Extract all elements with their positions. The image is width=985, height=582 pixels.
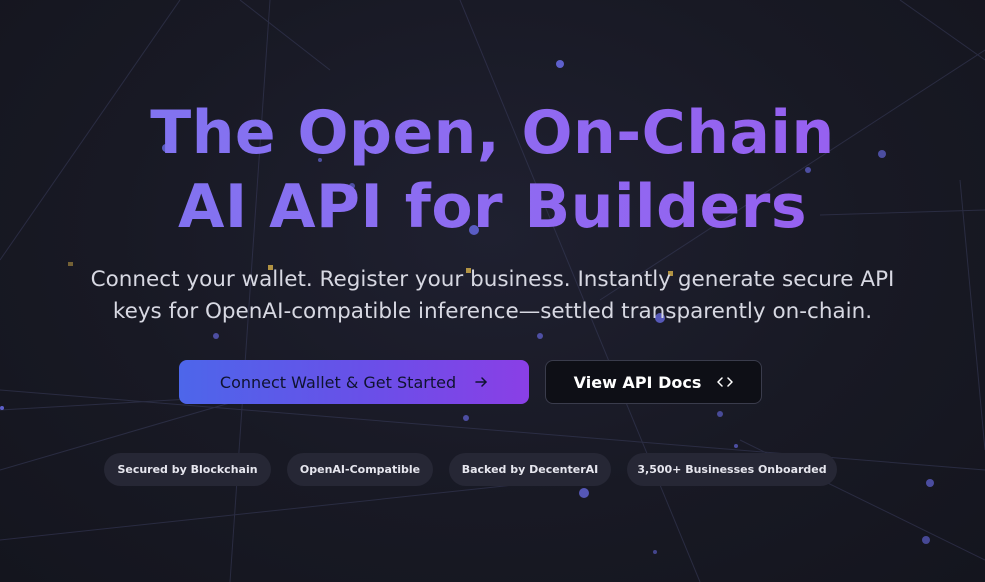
- code-brackets-icon: [717, 376, 734, 388]
- hero-section: The Open, On-Chain AI API for Builders C…: [0, 0, 985, 582]
- connect-wallet-button[interactable]: Connect Wallet & Get Started: [179, 360, 529, 404]
- hero-headline-line-1: The Open, On-Chain: [0, 96, 985, 170]
- hero-headline-line-2: AI API for Builders: [0, 170, 985, 244]
- badge-businesses-onboarded: 3,500+ Businesses Onboarded: [627, 453, 837, 486]
- hero-subtitle-line-2: keys for OpenAI-compatible inference—set…: [112, 299, 873, 324]
- view-api-docs-button[interactable]: View API Docs: [545, 360, 762, 404]
- badge-secured-by-blockchain: Secured by Blockchain: [104, 453, 271, 486]
- connect-wallet-label: Connect Wallet & Get Started: [219, 372, 457, 392]
- badge-openai-compatible: OpenAI-Compatible: [287, 453, 433, 486]
- view-api-docs-label: View API Docs: [573, 372, 702, 392]
- badge-backed-by-decenterai: Backed by DecenterAI: [449, 453, 611, 486]
- arrow-right-icon: [474, 376, 488, 388]
- hero-subtitle-line-1: Connect your wallet. Register your busin…: [90, 267, 895, 292]
